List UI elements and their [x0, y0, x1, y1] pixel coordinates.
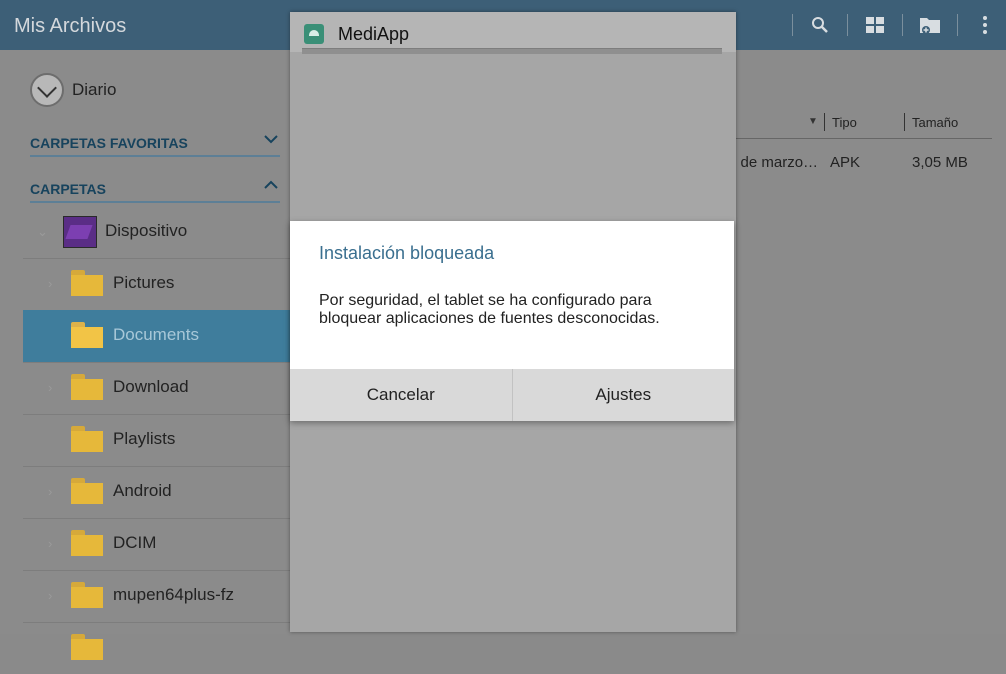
tree-item-label: Download — [113, 377, 189, 396]
file-row-type[interactable]: APK — [830, 154, 860, 171]
tree-item-label: mupen64plus-fz — [113, 585, 234, 604]
favorites-section-header[interactable]: CARPETAS FAVORITAS — [30, 131, 280, 157]
chevron-up-icon — [264, 177, 278, 193]
tree-item-android[interactable]: › Android — [23, 466, 292, 519]
chevron-right-icon[interactable]: › — [48, 484, 52, 499]
folders-section-label: CARPETAS — [30, 181, 106, 197]
file-row-size[interactable]: 3,05 MB — [912, 154, 968, 171]
installer-app-name: MediApp — [338, 24, 410, 44]
tree-item-dcim[interactable]: › DCIM — [23, 518, 292, 571]
folders-section-header[interactable]: CARPETAS — [30, 177, 280, 203]
app-title: Mis Archivos — [14, 15, 127, 37]
tree-item-documents[interactable]: Documents — [23, 310, 292, 363]
overflow-menu-icon[interactable] — [974, 14, 996, 36]
folder-icon — [71, 530, 103, 556]
search-icon[interactable] — [809, 14, 831, 36]
folder-icon — [71, 374, 103, 400]
installer-divider — [302, 48, 722, 54]
chevron-right-icon[interactable]: › — [48, 536, 52, 551]
action-bar-icons — [776, 0, 1006, 50]
file-row-date[interactable]: 5 de marzo… — [728, 154, 818, 171]
folder-icon — [71, 322, 103, 348]
favorites-section-label: CARPETAS FAVORITAS — [30, 135, 188, 151]
chevron-right-icon[interactable]: › — [48, 276, 52, 291]
tree-item-download[interactable]: › Download — [23, 362, 292, 415]
folder-icon — [71, 426, 103, 452]
tree-item-label: DCIM — [113, 533, 157, 552]
clock-icon — [30, 73, 64, 107]
folder-icon — [71, 478, 103, 504]
dialog-button-bar: Cancelar Ajustes — [290, 369, 734, 421]
chevron-down-icon[interactable]: ⌄ — [37, 224, 48, 240]
tree-item-label: Dispositivo — [105, 221, 188, 240]
dialog-message: Por seguridad, el tablet se ha configura… — [319, 292, 660, 327]
installer-header: MediApp — [290, 12, 736, 54]
chevron-down-icon — [264, 131, 278, 147]
dialog-title: Instalación bloqueada — [319, 243, 495, 263]
cancel-button[interactable]: Cancelar — [290, 369, 512, 421]
folder-icon — [71, 634, 103, 660]
sort-arrow-icon[interactable]: ▼ — [808, 116, 818, 127]
tree-item-label: Pictures — [113, 273, 175, 292]
tree-item-pictures[interactable]: › Pictures — [23, 258, 292, 311]
new-folder-icon[interactable] — [919, 14, 941, 36]
tree-item-playlists[interactable]: Playlists — [23, 414, 292, 467]
tree-item-partial[interactable] — [23, 622, 292, 674]
grid-view-icon[interactable] — [864, 14, 886, 36]
tree-item-label: Documents — [113, 325, 199, 344]
blocked-install-dialog: Instalación bloqueada Por seguridad, el … — [290, 221, 734, 421]
app-icon — [304, 24, 324, 44]
diario-label: Diario — [72, 80, 117, 99]
tree-item-label: Playlists — [113, 429, 176, 448]
device-icon — [63, 216, 97, 248]
chevron-right-icon[interactable]: › — [48, 588, 52, 603]
tree-item-label: Android — [113, 481, 172, 500]
folder-icon — [71, 270, 103, 296]
folder-icon — [71, 582, 103, 608]
diario-item[interactable]: Diario — [30, 70, 116, 110]
chevron-right-icon[interactable]: › — [48, 380, 52, 395]
settings-button[interactable]: Ajustes — [511, 369, 735, 421]
tree-item-dispositivo[interactable]: ⌄ Dispositivo — [23, 206, 292, 259]
tree-item-mupen64plus-fz[interactable]: › mupen64plus-fz — [23, 570, 292, 623]
